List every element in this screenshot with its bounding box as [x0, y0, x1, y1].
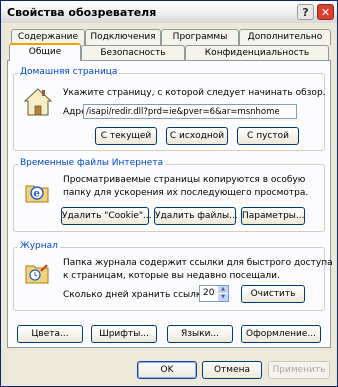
temp-files-description-line2: папку для ускорения их последующего прос… [63, 188, 309, 198]
history-description-line2: к страницам, которые вы недавно посещали… [63, 271, 280, 281]
use-blank-button[interactable]: С пустой [237, 127, 299, 145]
cancel-button[interactable]: Отмена [202, 361, 262, 379]
tab-general[interactable]: Общие [9, 43, 81, 61]
history-description-line1: Папка журнала содержит ссылки для быстро… [63, 258, 333, 268]
tab-privacy[interactable]: Конфиденциальность [185, 45, 329, 61]
colors-button[interactable]: Цвета... [17, 325, 83, 343]
history-group-label: Журнал [18, 241, 60, 251]
spin-down-arrow-icon[interactable]: ▼ [218, 294, 228, 301]
clear-history-button[interactable]: Очистить [241, 285, 305, 303]
temp-files-icon: e [25, 185, 49, 203]
languages-button[interactable]: Языки... [167, 325, 233, 343]
tab-security[interactable]: Безопасность [81, 45, 185, 61]
history-days-label: Сколько дней хранить ссылки: [63, 290, 211, 300]
delete-files-button[interactable]: Удалить файлы... [154, 207, 238, 225]
window-title: Свойства обозревателя [7, 6, 157, 19]
tab-programs[interactable]: Программы [161, 29, 239, 45]
history-days-value: 20 [203, 288, 215, 298]
spin-up-arrow-icon[interactable]: ▲ [218, 286, 228, 293]
title-bar[interactable]: Свойства обозревателя ? ✕ [1, 1, 337, 23]
use-default-button[interactable]: С исходной [166, 127, 228, 145]
close-button[interactable]: ✕ [317, 4, 334, 20]
apply-button[interactable]: Применить [268, 361, 330, 379]
history-icon [25, 264, 49, 284]
accessibility-button[interactable]: Оформление... [241, 325, 321, 343]
history-days-spinner[interactable]: 20 ▲ ▼ [199, 285, 229, 302]
home-page-description: Укажите страницу, с которой следует начи… [63, 88, 326, 98]
address-input[interactable] [83, 104, 297, 119]
delete-cookies-button[interactable]: Удалить "Cookie"... [61, 207, 152, 225]
temp-settings-button[interactable]: Параметры... [241, 207, 305, 225]
home-icon [23, 88, 53, 116]
ok-button[interactable]: OK [137, 361, 197, 379]
temp-files-description-line1: Просматриваемые страницы копируются в ос… [63, 175, 306, 185]
temp-files-group-label: Временные файлы Интернета [18, 158, 166, 168]
internet-options-window: Свойства обозревателя ? ✕ Содержание Под… [0, 0, 338, 387]
fonts-button[interactable]: Шрифты... [91, 325, 157, 343]
svg-text:e: e [34, 189, 40, 200]
tab-connections[interactable]: Подключения [85, 29, 161, 45]
tab-advanced[interactable]: Дополнительно [239, 29, 331, 45]
use-current-button[interactable]: С текущей [95, 127, 157, 145]
home-page-group-label: Домашняя страница [18, 67, 120, 77]
help-button[interactable]: ? [297, 4, 314, 20]
